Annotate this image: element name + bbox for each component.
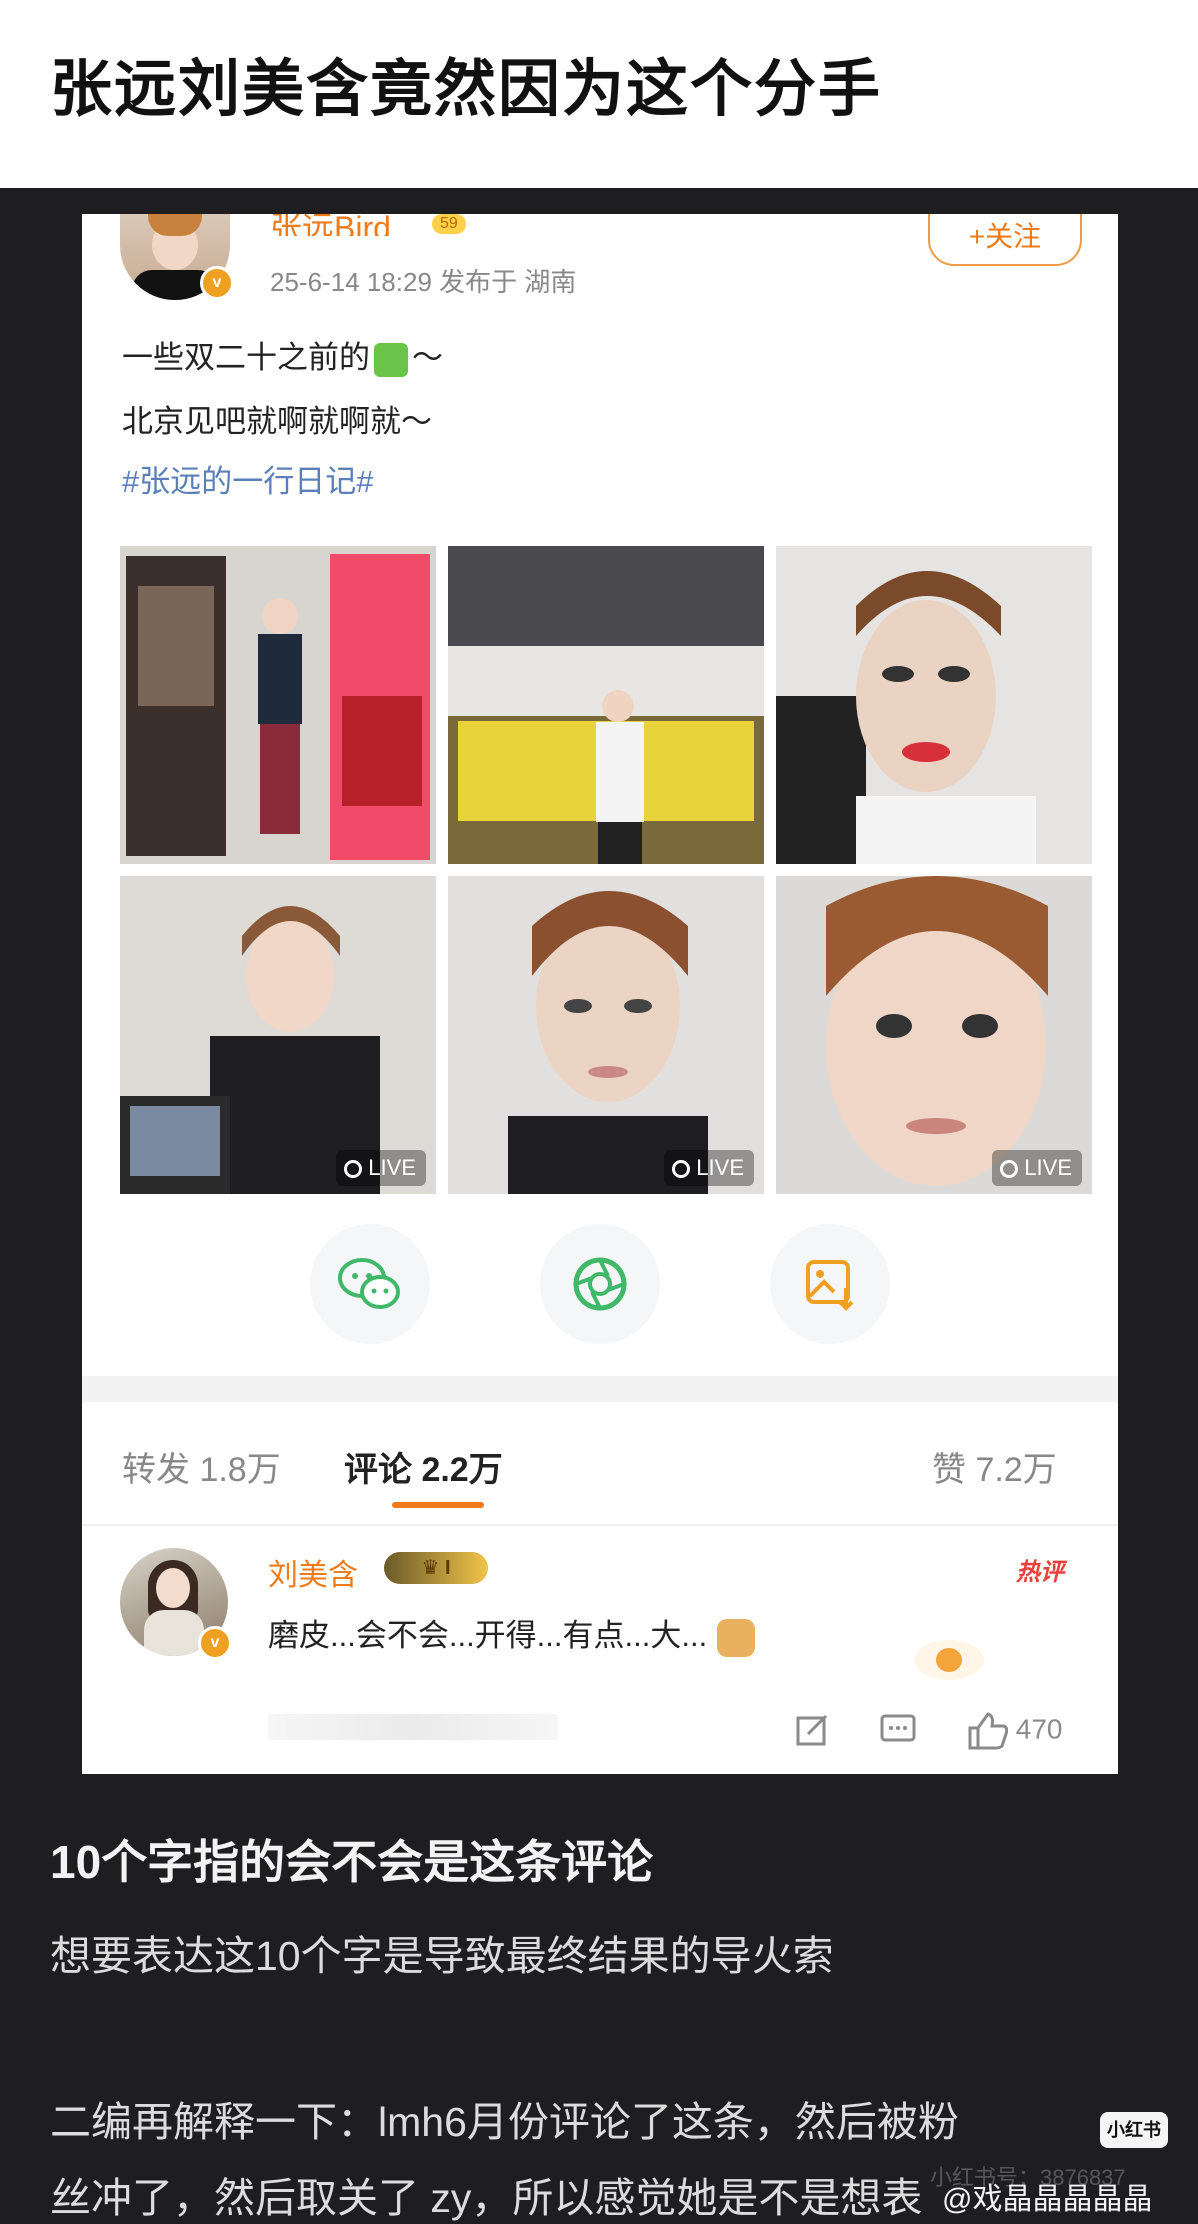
moments-icon [573,1257,627,1311]
share-wechat-button[interactable] [310,1224,430,1344]
level-badge: 59 [432,214,466,234]
photo-6[interactable]: LIVE [776,876,1092,1194]
live-badge: LIVE [336,1150,426,1186]
tab-like[interactable]: 赞 7.2万 [932,1442,1057,1491]
egg-sticker-icon [914,1640,984,1680]
share-comment-button[interactable] [794,1712,830,1755]
hashtag-link[interactable]: #张远的一行日记# [122,456,373,501]
live-badge: LIVE [992,1150,1082,1186]
puzzle-emoji-icon [374,342,408,377]
section-divider [82,1376,1118,1402]
post-text-line2: 北京见吧就啊就啊就～ [122,404,432,439]
page-title: 张远刘美含竟然因为这个分手 [50,52,883,125]
verified-icon: v [200,266,234,300]
follow-button[interactable]: +关注 [928,214,1082,266]
wechat-icon [338,1258,400,1309]
share-moments-button[interactable] [540,1224,660,1344]
article-paragraph-2: 二编再解释一下：lmh6月份评论了这条，然后被粉 [50,2099,959,2145]
live-badge: LIVE [664,1150,754,1186]
blurred-text [268,1714,558,1740]
like-count: 470 [1015,1713,1063,1745]
tab-comment[interactable]: 评论 2.2万 [344,1442,503,1491]
photo-1[interactable] [120,546,436,864]
reply-button[interactable] [878,1712,918,1755]
thumbs-up-icon [968,1712,1009,1750]
save-image-button[interactable] [770,1224,890,1344]
author-name[interactable]: 张远Bird [270,214,391,236]
photo-3[interactable] [776,546,1092,864]
post-card: v 张远Bird 59 25-6-14 18:29 发布于 湖南 +关注 一些双… [82,214,1118,1774]
like-button[interactable]: 470 [966,1712,1063,1750]
comment-text: 磨皮...会不会...开得...有点...大... [268,1610,756,1657]
divider [82,1524,1118,1526]
doge-emoji-icon [717,1618,756,1657]
watermark: @戏晶晶晶晶晶 [942,2183,1153,2216]
tab-active-indicator [392,1502,484,1508]
article-paragraph-3: 丝冲了，然后取关了 zy，所以感觉她是不是想表 [50,2175,923,2221]
photo-5[interactable]: LIVE [448,876,764,1194]
headline-bar: 张远刘美含竟然因为这个分手 [0,0,1198,188]
xiaohongshu-logo: 小红书 [1100,2112,1168,2148]
post-text-line1: 一些双二十之前的～ [122,340,443,377]
save-image-icon [806,1260,854,1311]
live-icon [344,1160,363,1179]
hot-comment-tag: 热评 [1016,1559,1064,1586]
verified-icon: v [198,1626,232,1660]
post-time-location: 25-6-14 18:29 发布于 湖南 [270,267,577,297]
tab-repost[interactable]: 转发 1.8万 [122,1442,281,1491]
live-icon [672,1160,691,1179]
share-icon [796,1714,828,1746]
photo-2[interactable] [448,546,764,864]
fan-crown-badge: ♛ I [384,1552,488,1584]
commenter-name[interactable]: 刘美含 [268,1550,358,1594]
live-icon [1000,1160,1019,1179]
article-paragraph-1: 想要表达这10个字是导致最终结果的导火索 [50,1933,834,1979]
article-heading: 10个字指的会不会是这条评论 [50,1836,654,1888]
comment-icon [880,1714,916,1742]
photo-4[interactable]: LIVE [120,876,436,1194]
